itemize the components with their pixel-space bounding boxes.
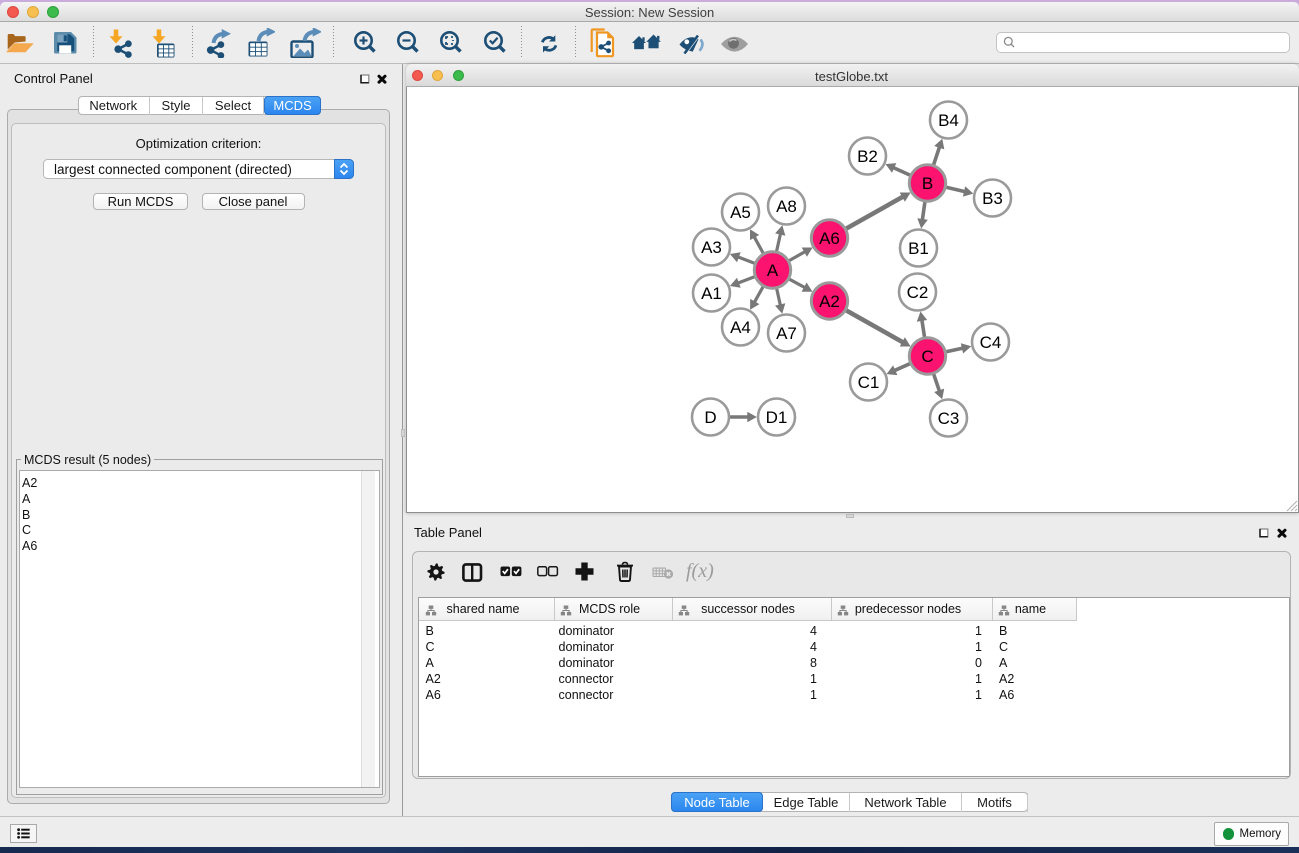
svg-text:A: A xyxy=(766,261,778,280)
svg-text:A4: A4 xyxy=(730,318,751,337)
svg-text:C4: C4 xyxy=(979,333,1001,352)
svg-text:B1: B1 xyxy=(908,239,929,258)
svg-text:B3: B3 xyxy=(982,189,1003,208)
svg-text:B4: B4 xyxy=(938,111,959,130)
svg-text:D: D xyxy=(704,408,716,427)
svg-text:D1: D1 xyxy=(765,408,787,427)
svg-text:C1: C1 xyxy=(857,373,879,392)
svg-text:A7: A7 xyxy=(776,324,797,343)
svg-text:B2: B2 xyxy=(857,147,878,166)
svg-text:A2: A2 xyxy=(819,292,840,311)
svg-text:A3: A3 xyxy=(701,238,722,257)
svg-text:B: B xyxy=(921,174,932,193)
svg-text:A1: A1 xyxy=(701,284,722,303)
svg-text:A5: A5 xyxy=(730,203,751,222)
svg-text:A8: A8 xyxy=(776,197,797,216)
svg-text:C3: C3 xyxy=(937,409,959,428)
svg-text:C2: C2 xyxy=(906,283,928,302)
svg-text:C: C xyxy=(921,347,933,366)
svg-text:A6: A6 xyxy=(819,229,840,248)
